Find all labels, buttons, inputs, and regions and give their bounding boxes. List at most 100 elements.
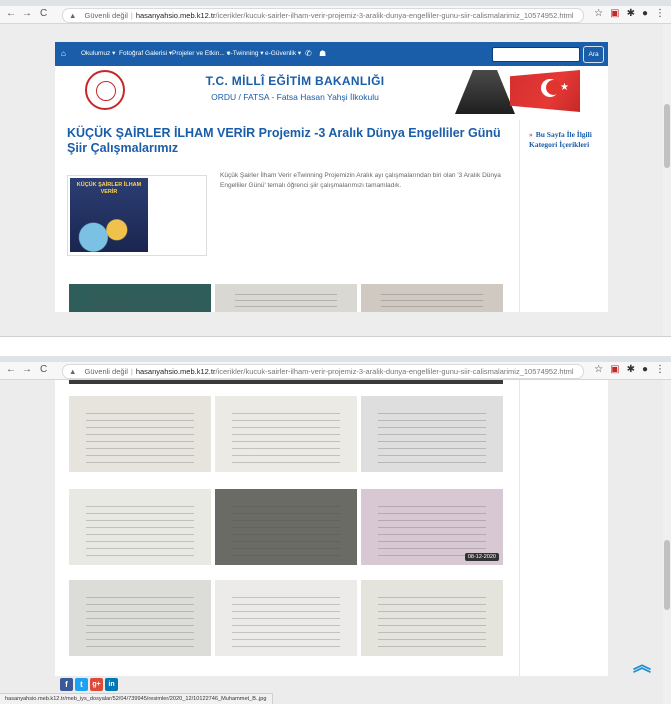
forward-icon[interactable]: → xyxy=(22,8,32,20)
gallery-photo[interactable] xyxy=(215,284,357,312)
gallery-photo[interactable] xyxy=(215,489,357,565)
gallery-photo[interactable] xyxy=(361,396,503,472)
search-button[interactable]: Ara xyxy=(583,46,604,63)
page-scrollbar[interactable] xyxy=(663,380,671,704)
gallery-photo[interactable] xyxy=(69,396,211,472)
sitemap-icon[interactable]: ☗ xyxy=(319,42,326,66)
gallery-photo[interactable] xyxy=(361,580,503,656)
nav-item-projeler[interactable]: Projeler ve Etkin... ▾ xyxy=(172,42,230,66)
insecure-icon: ▲ xyxy=(69,367,77,376)
nav-item-okulumuz[interactable]: Okulumuz ▾ xyxy=(81,42,115,66)
ataturk-portrait xyxy=(455,70,515,114)
browser-toolbar: ← → C ▲ Güvenli değil | hasanyahsio.meb.k1… xyxy=(0,362,671,380)
browser-screenshot-top: ← → C ▲ Güvenli değil | hasanyahsio.meb.k1… xyxy=(0,0,671,337)
school-name: ORDU / FATSA - Fatsa Hasan Yahşi İlkokul… xyxy=(211,92,379,102)
address-bar[interactable]: ▲ Güvenli değil | hasanyahsio.meb.k12.tr/i… xyxy=(62,364,584,379)
gallery-row-cut xyxy=(69,380,503,384)
browser-screenshot-bottom: ← → C ▲ Güvenli değil | hasanyahsio.meb.k1… xyxy=(0,356,671,704)
sidebar-heading-label: Bu Sayfa İle İlgili Kategori İçerikleri xyxy=(529,130,592,149)
site-top-spacer xyxy=(55,24,608,42)
scrollbar-thumb[interactable] xyxy=(664,540,670,610)
sidebar-divider xyxy=(519,380,520,676)
article-intro: Küçük Şairler İlham Verir eTwinning Proj… xyxy=(220,172,501,189)
twitter-icon[interactable]: t xyxy=(75,678,88,691)
back-icon[interactable]: ← xyxy=(6,364,16,376)
extensions-puzzle-icon[interactable]: ✱ xyxy=(627,364,635,375)
screenshot-separator xyxy=(0,337,671,356)
home-icon[interactable]: ⌂ xyxy=(61,42,66,66)
reload-icon[interactable]: C xyxy=(40,8,47,20)
toolbar-actions: ☆ ▣ ✱ ● ⋮ xyxy=(587,364,665,376)
gallery-photo[interactable] xyxy=(215,580,357,656)
page-scrollbar[interactable] xyxy=(663,24,671,336)
photo-date-badge: 08-12-2020 xyxy=(464,553,499,561)
browser-toolbar: ← → C ▲ Güvenli değil | hasanyahsio.meb.k1… xyxy=(0,6,671,24)
nav-item-eguvenlik[interactable]: e-Güvenlik ▾ xyxy=(265,42,301,66)
address-bar[interactable]: ▲ Güvenli değil | hasanyahsio.meb.k12.tr/i… xyxy=(62,8,584,23)
url-host: hasanyahsio.meb.k12.tr xyxy=(135,11,216,20)
profile-icon[interactable]: ● xyxy=(642,8,648,19)
chevron-down-icon: ▾ xyxy=(260,50,264,57)
nav-item-eguvenlik-label: e-Güvenlik xyxy=(265,50,297,57)
sidebar-divider xyxy=(519,120,520,312)
url-separator: | xyxy=(130,367,133,376)
gallery-photo[interactable] xyxy=(69,284,211,312)
chevron-right-icon: » xyxy=(529,130,533,139)
nav-item-projeler-label: Projeler ve Etkin... xyxy=(172,50,225,57)
gallery-photo[interactable] xyxy=(215,396,357,472)
nav-item-fotograf-galerisi[interactable]: Fotoğraf Galerisi ▾ xyxy=(119,42,172,66)
url-path: /icerikler/kucuk-sairler-ilham-verir-pro… xyxy=(215,367,574,376)
nav-item-etwinning[interactable]: e-Twinning ▾ xyxy=(227,42,264,66)
chrome-menu-icon[interactable]: ⋮ xyxy=(655,8,665,19)
gallery-photo[interactable]: 08-12-2020 xyxy=(361,489,503,565)
url-host: hasanyahsio.meb.k12.tr xyxy=(135,367,216,376)
bookmark-star-icon[interactable]: ☆ xyxy=(594,8,603,19)
security-label: Güvenli değil xyxy=(84,11,128,20)
flag-star-icon: ★ xyxy=(560,82,569,93)
scrollbar-thumb[interactable] xyxy=(664,104,670,168)
phone-icon[interactable]: ✆ xyxy=(305,42,312,66)
scroll-to-top-icon[interactable]: ︽ xyxy=(633,656,651,674)
facebook-icon[interactable]: f xyxy=(60,678,73,691)
gallery-row-top xyxy=(69,284,503,312)
insecure-icon: ▲ xyxy=(69,11,77,20)
status-bar-link-preview: hasanyahsio.meb.k12.tr/meb_iys_dosyalar/… xyxy=(0,693,273,704)
nav-item-galeri-label: Fotoğraf Galerisi xyxy=(119,50,168,57)
gallery-content: 08-12-2020 xyxy=(55,380,608,676)
site-header: T.C. MİLLÎ EĞİTİM BAKANLIĞI ORDU / FATSA… xyxy=(55,66,608,116)
linkedin-icon[interactable]: in xyxy=(105,678,118,691)
main-navbar: ⌂ Okulumuz ▾ Fotoğraf Galerisi ▾ Projele… xyxy=(55,42,608,66)
extension-icon[interactable]: ▣ xyxy=(610,8,619,19)
nav-item-etwinning-label: e-Twinning xyxy=(227,50,259,57)
extensions-puzzle-icon[interactable]: ✱ xyxy=(627,8,635,19)
chevron-down-icon: ▾ xyxy=(297,50,302,57)
page-viewport: 08-12-2020 xyxy=(0,380,663,704)
bookmark-star-icon[interactable]: ☆ xyxy=(594,364,603,375)
reload-icon[interactable]: C xyxy=(40,364,47,376)
gallery-photo[interactable] xyxy=(361,284,503,312)
article-thumbnail-card[interactable]: KÜÇÜK ŞAİRLER İLHAM VERİR xyxy=(67,175,207,256)
chevron-down-icon: ▾ xyxy=(112,50,116,57)
cover-caption: KÜÇÜK ŞAİRLER İLHAM VERİR xyxy=(76,182,142,195)
googleplus-icon[interactable]: g+ xyxy=(90,678,103,691)
sidebar-heading[interactable]: » Bu Sayfa İle İlgili Kategori İçerikleri xyxy=(529,130,607,150)
page-title: KÜÇÜK ŞAİRLER İLHAM VERİR Projemiz -3 Ar… xyxy=(67,126,501,155)
security-label: Güvenli değil xyxy=(84,367,128,376)
profile-icon[interactable]: ● xyxy=(642,364,648,375)
chrome-menu-icon[interactable]: ⋮ xyxy=(655,364,665,375)
flag-crescent xyxy=(541,79,561,97)
gallery-photo[interactable] xyxy=(69,580,211,656)
nav-item-okulumuz-label: Okulumuz xyxy=(81,50,111,57)
site-search-input[interactable] xyxy=(492,47,580,62)
ministry-title: T.C. MİLLÎ EĞİTİM BAKANLIĞI xyxy=(205,74,385,88)
extension-icon[interactable]: ▣ xyxy=(610,364,619,375)
url-path: /icerikler/kucuk-sairler-ilham-verir-pro… xyxy=(215,11,574,20)
back-icon[interactable]: ← xyxy=(6,8,16,20)
project-cover-image[interactable]: KÜÇÜK ŞAİRLER İLHAM VERİR xyxy=(70,178,148,252)
gallery-photo[interactable] xyxy=(69,489,211,565)
meb-logo[interactable] xyxy=(85,70,125,110)
url-separator: | xyxy=(130,11,133,20)
toolbar-actions: ☆ ▣ ✱ ● ⋮ xyxy=(587,8,665,20)
forward-icon[interactable]: → xyxy=(22,364,32,376)
article-content: KÜÇÜK ŞAİRLER İLHAM VERİR Projemiz -3 Ar… xyxy=(55,116,608,312)
